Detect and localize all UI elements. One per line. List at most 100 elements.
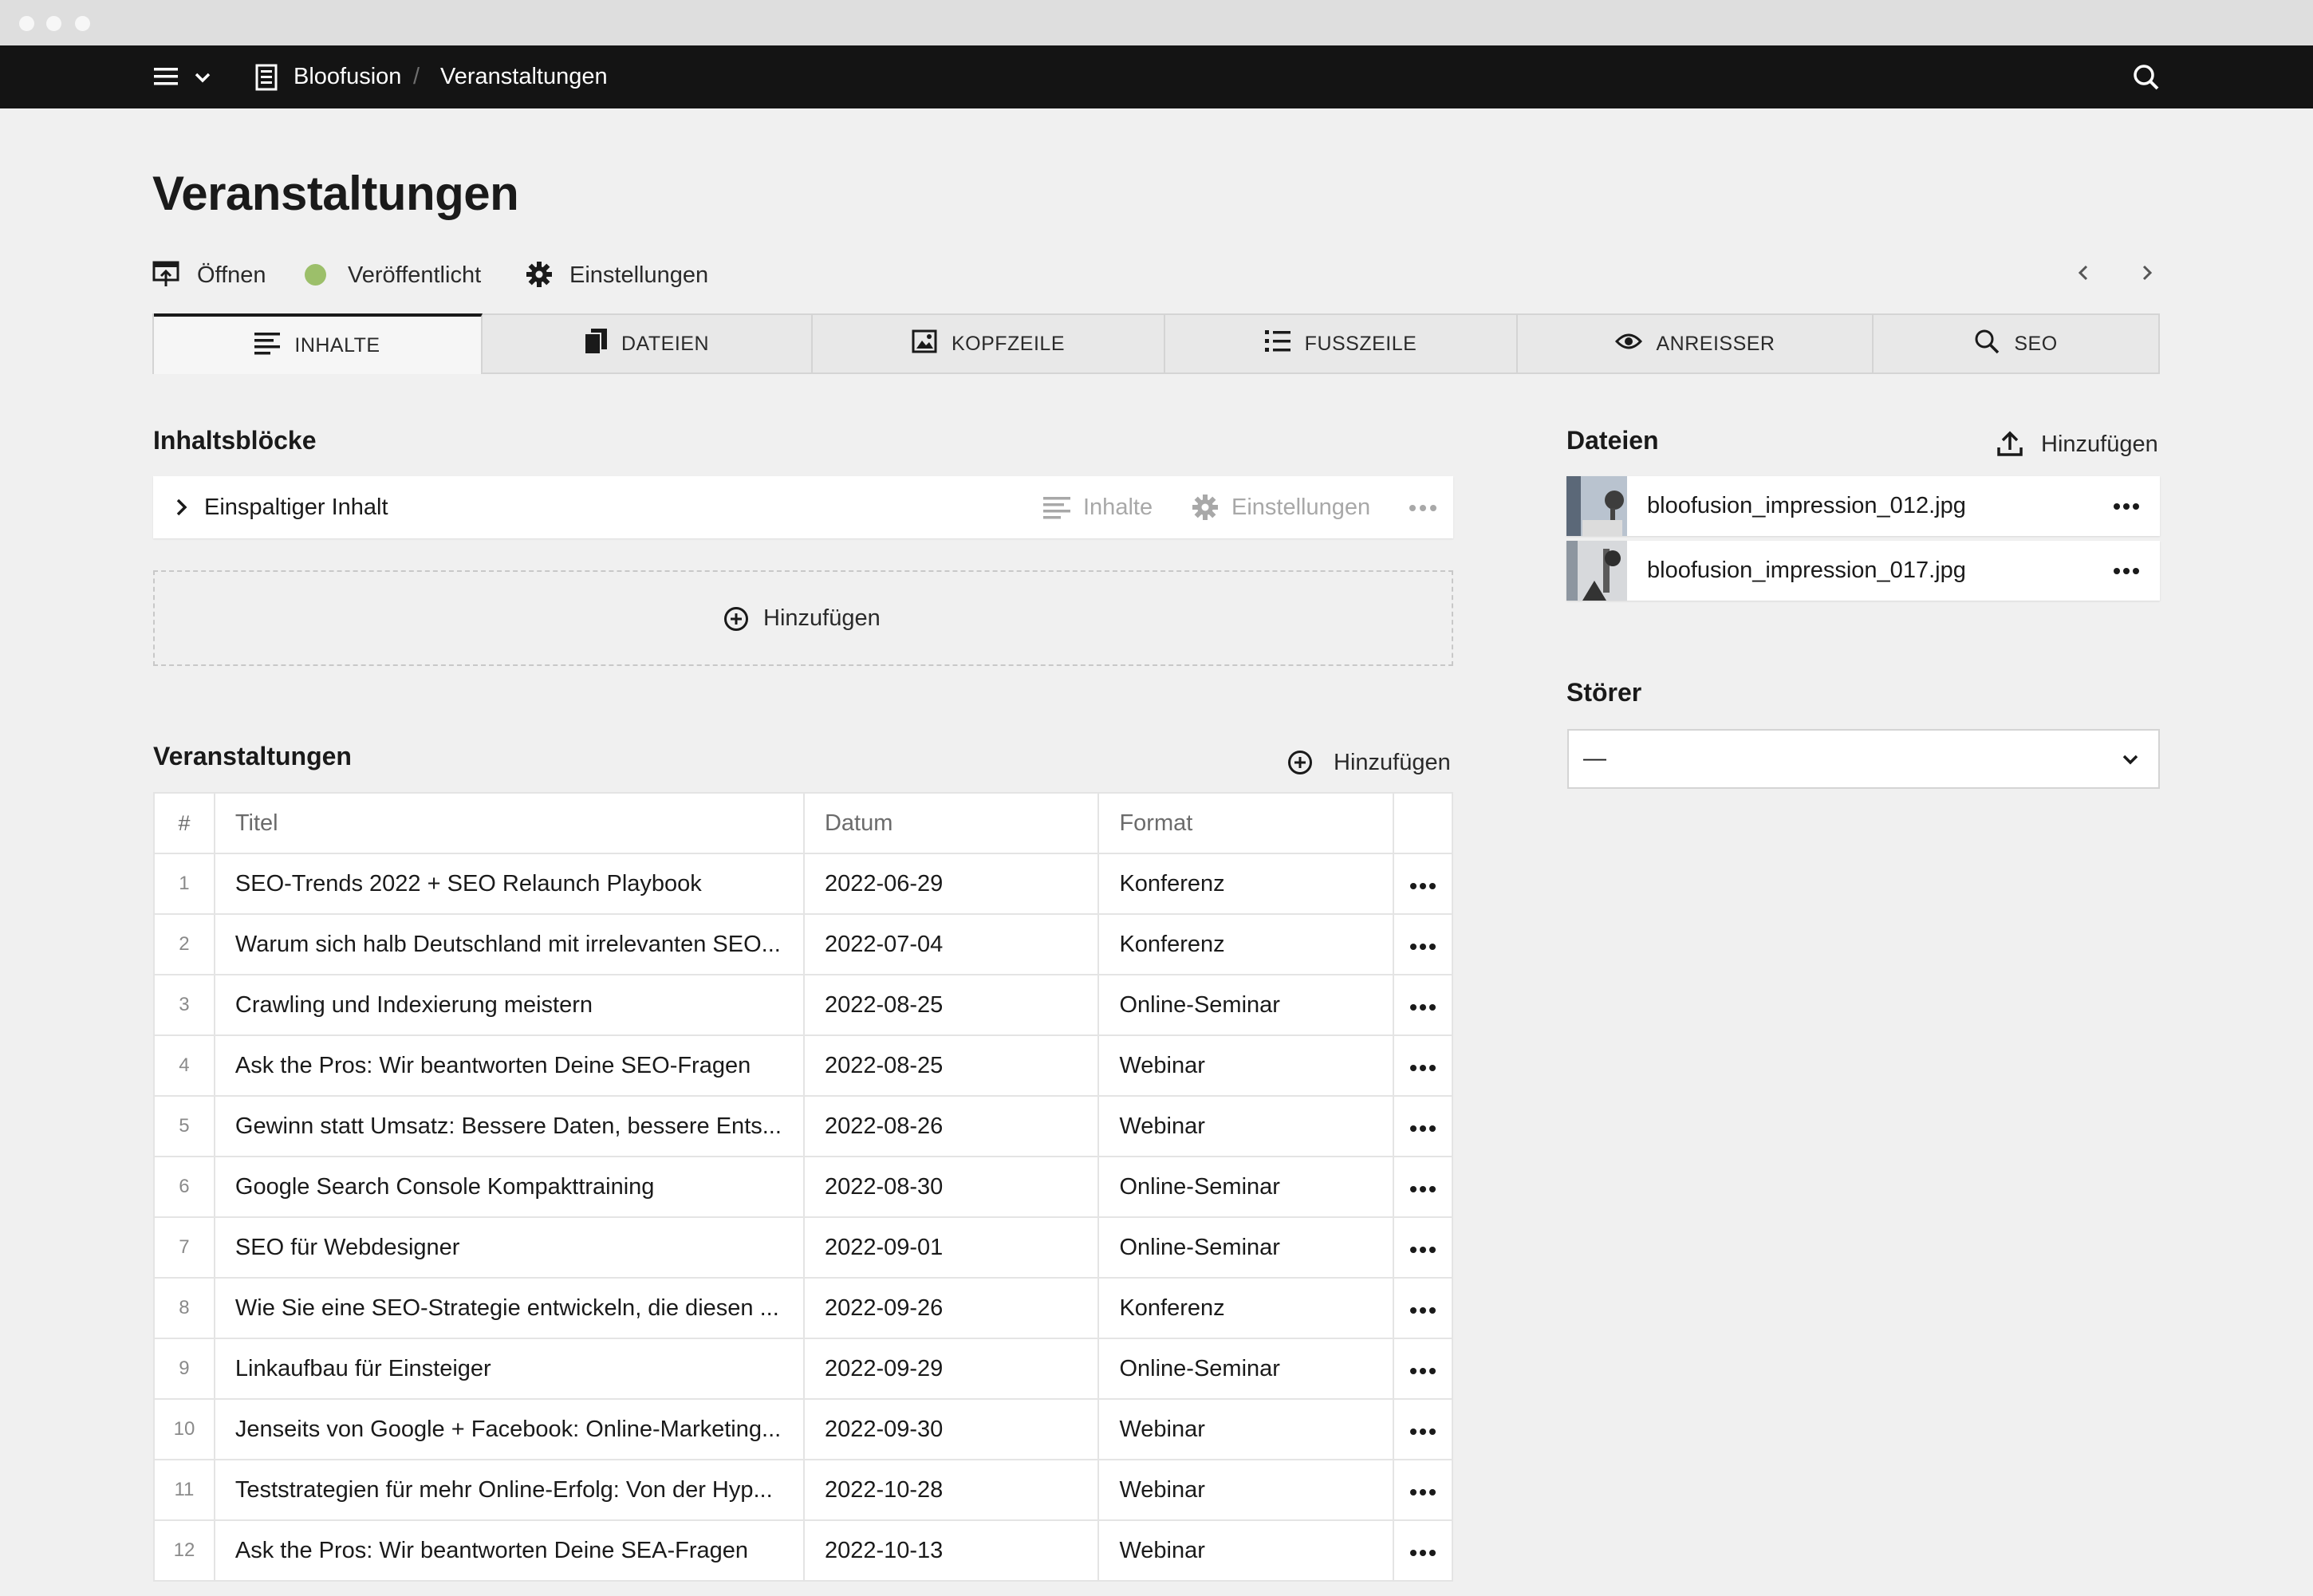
upload-file-button[interactable]: Hinzufügen bbox=[2041, 427, 2158, 462]
more-options-icon[interactable] bbox=[1409, 1113, 1436, 1139]
row-number: 7 bbox=[153, 1216, 215, 1279]
more-options-icon[interactable] bbox=[1409, 1538, 1436, 1563]
table-row[interactable]: 3 Crawling und Indexierung meistern 2022-0… bbox=[153, 974, 1453, 1036]
more-options-icon[interactable] bbox=[1409, 1417, 1436, 1442]
row-format: Webinar bbox=[1097, 1095, 1395, 1157]
add-block-label[interactable]: Hinzufügen bbox=[763, 572, 881, 664]
more-options-icon[interactable] bbox=[1409, 1295, 1436, 1321]
row-actions[interactable] bbox=[1393, 1398, 1453, 1460]
table-row[interactable]: 4 Ask the Pros: Wir beantworten Deine SEO… bbox=[153, 1034, 1453, 1097]
row-title[interactable]: Warum sich halb Deutschland mit irreleva… bbox=[213, 913, 805, 975]
table-row[interactable]: 11 Teststrategien für mehr Online-Erfolg:… bbox=[153, 1459, 1453, 1521]
add-block-dropzone[interactable]: Hinzufügen bbox=[153, 570, 1453, 666]
row-actions[interactable] bbox=[1393, 1156, 1453, 1218]
row-actions[interactable] bbox=[1393, 1034, 1453, 1097]
row-actions[interactable] bbox=[1393, 1277, 1453, 1339]
chevron-right-icon[interactable] bbox=[2138, 263, 2157, 282]
row-date: 2022-09-29 bbox=[802, 1338, 1100, 1400]
row-title[interactable]: SEO für Webdesigner bbox=[213, 1216, 805, 1279]
open-external-icon[interactable] bbox=[152, 260, 179, 289]
tab-inhalte[interactable]: INHALTE bbox=[154, 313, 483, 374]
more-options-icon[interactable] bbox=[1409, 871, 1436, 897]
row-title[interactable]: Jenseits von Google + Facebook: Online-M… bbox=[213, 1398, 805, 1460]
more-options-icon[interactable] bbox=[1409, 992, 1436, 1018]
block-content-button[interactable]: Inhalte bbox=[1083, 476, 1153, 538]
row-actions[interactable] bbox=[1393, 913, 1453, 975]
window-minimize-dot[interactable] bbox=[46, 16, 61, 31]
row-title[interactable]: Crawling und Indexierung meistern bbox=[213, 974, 805, 1036]
tab-anreisser[interactable]: ANREISSER bbox=[1518, 315, 1874, 372]
row-actions[interactable] bbox=[1393, 853, 1453, 915]
table-row[interactable]: 2 Warum sich halb Deutschland mit irrelev… bbox=[153, 913, 1453, 975]
tab-kopfzeile[interactable]: KOPFZEILE bbox=[813, 315, 1165, 372]
upload-icon[interactable] bbox=[1996, 430, 2023, 457]
file-item[interactable]: bloofusion_impression_012.jpg bbox=[1566, 476, 2160, 536]
row-title[interactable]: Gewinn statt Umsatz: Bessere Daten, bess… bbox=[213, 1095, 805, 1157]
row-actions[interactable] bbox=[1393, 1519, 1453, 1582]
file-item[interactable]: bloofusion_impression_017.jpg bbox=[1566, 541, 2160, 601]
row-actions[interactable] bbox=[1393, 1216, 1453, 1279]
plus-circle-icon[interactable] bbox=[1287, 750, 1313, 775]
table-row[interactable]: 8 Wie Sie eine SEO-Strategie entwickeln, … bbox=[153, 1277, 1453, 1339]
more-options-icon[interactable] bbox=[1409, 932, 1436, 957]
tab-dateien[interactable]: DATEIEN bbox=[483, 315, 813, 372]
more-options-icon[interactable] bbox=[1409, 1356, 1436, 1381]
open-link[interactable]: Öffnen bbox=[197, 257, 266, 294]
table-row[interactable]: 9 Linkaufbau für Einsteiger 2022-09-29 Onli… bbox=[153, 1338, 1453, 1400]
gear-icon[interactable] bbox=[526, 261, 553, 288]
row-title[interactable]: Linkaufbau für Einsteiger bbox=[213, 1338, 805, 1400]
content-block-item[interactable]: Einspaltiger Inhalt Inhalte Einstellunge… bbox=[153, 476, 1453, 538]
breadcrumb-root[interactable]: Bloofusion bbox=[294, 45, 401, 108]
table-row[interactable]: 5 Gewinn statt Umsatz: Bessere Daten, bes… bbox=[153, 1095, 1453, 1157]
status-label[interactable]: Veröffentlicht bbox=[348, 257, 481, 294]
more-options-icon[interactable] bbox=[1409, 1477, 1436, 1503]
stoerer-select[interactable]: — bbox=[1567, 729, 2160, 789]
row-title[interactable]: Ask the Pros: Wir beantworten Deine SEA-… bbox=[213, 1519, 805, 1582]
block-settings-button[interactable]: Einstellungen bbox=[1231, 476, 1370, 538]
more-options-icon[interactable] bbox=[1409, 502, 1437, 512]
row-actions[interactable] bbox=[1393, 1095, 1453, 1157]
gear-icon[interactable] bbox=[1192, 494, 1219, 521]
more-options-icon[interactable] bbox=[2113, 501, 2140, 510]
column-header-date[interactable]: Datum bbox=[802, 792, 1100, 854]
chevron-down-icon[interactable] bbox=[2121, 750, 2140, 769]
row-title[interactable]: Teststrategien für mehr Online-Erfolg: V… bbox=[213, 1459, 805, 1521]
row-title[interactable]: Ask the Pros: Wir beantworten Deine SEO-… bbox=[213, 1034, 805, 1097]
table-row[interactable]: 7 SEO für Webdesigner 2022-09-01 Online-Sem… bbox=[153, 1216, 1453, 1279]
more-options-icon[interactable] bbox=[1409, 1053, 1436, 1078]
settings-link[interactable]: Einstellungen bbox=[569, 257, 708, 294]
add-event-button[interactable]: Hinzufügen bbox=[1334, 745, 1451, 780]
row-title[interactable]: Wie Sie eine SEO-Strategie entwickeln, d… bbox=[213, 1277, 805, 1339]
more-options-icon[interactable] bbox=[1409, 1174, 1436, 1200]
row-title[interactable]: SEO-Trends 2022 + SEO Relaunch Playbook bbox=[213, 853, 805, 915]
more-options-icon[interactable] bbox=[2113, 565, 2140, 575]
breadcrumb-current[interactable]: Veranstaltungen bbox=[440, 45, 608, 108]
row-actions[interactable] bbox=[1393, 974, 1453, 1036]
table-row[interactable]: 1 SEO-Trends 2022 + SEO Relaunch Playbook… bbox=[153, 853, 1453, 915]
row-actions[interactable] bbox=[1393, 1338, 1453, 1400]
table-row[interactable]: 6 Google Search Console Kompakttraining 20… bbox=[153, 1156, 1453, 1218]
chevron-down-icon[interactable] bbox=[193, 68, 212, 87]
row-actions[interactable] bbox=[1393, 1459, 1453, 1521]
row-format: Konferenz bbox=[1097, 1277, 1395, 1339]
content-block-label[interactable]: Einspaltiger Inhalt bbox=[204, 476, 388, 538]
search-icon[interactable] bbox=[2132, 63, 2161, 92]
more-options-icon[interactable] bbox=[1409, 1235, 1436, 1260]
tab-fusszeile[interactable]: FUSSZEILE bbox=[1165, 315, 1518, 372]
tab-label: SEO bbox=[2014, 332, 2058, 355]
chevron-right-icon[interactable] bbox=[175, 498, 189, 517]
chevron-left-icon[interactable] bbox=[2074, 263, 2093, 282]
files-heading: Dateien bbox=[1566, 426, 1659, 455]
window-maximize-dot[interactable] bbox=[75, 16, 90, 31]
file-name[interactable]: bloofusion_impression_017.jpg bbox=[1647, 541, 1966, 601]
column-header-title[interactable]: Titel bbox=[213, 792, 805, 854]
column-header-format[interactable]: Format bbox=[1097, 792, 1395, 854]
hamburger-menu-icon[interactable] bbox=[152, 63, 179, 90]
row-title[interactable]: Google Search Console Kompakttraining bbox=[213, 1156, 805, 1218]
file-name[interactable]: bloofusion_impression_012.jpg bbox=[1647, 476, 1966, 536]
tab-seo[interactable]: SEO bbox=[1874, 315, 2158, 372]
window-close-dot[interactable] bbox=[19, 16, 34, 31]
table-row[interactable]: 12 Ask the Pros: Wir beantworten Deine SE… bbox=[153, 1519, 1453, 1582]
table-row[interactable]: 10 Jenseits von Google + Facebook: Online… bbox=[153, 1398, 1453, 1460]
row-number: 6 bbox=[153, 1156, 215, 1218]
